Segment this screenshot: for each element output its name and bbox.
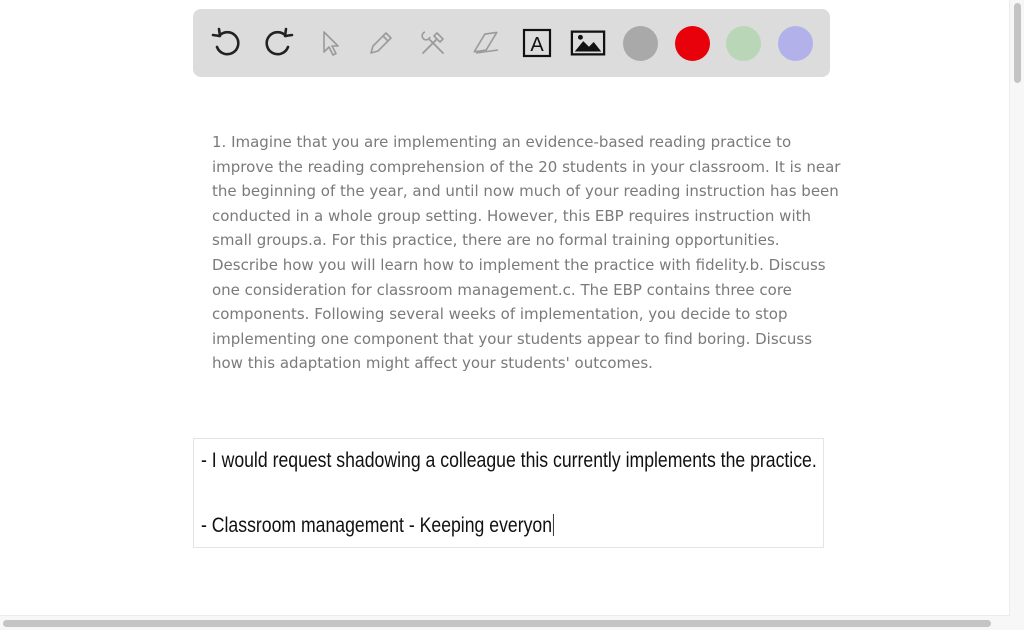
pointer-icon bbox=[323, 31, 339, 56]
eraser-icon bbox=[473, 31, 499, 54]
text-caret bbox=[552, 514, 555, 536]
question-line: improve the reading comprehension of the… bbox=[212, 157, 841, 176]
question-line: 1. Imagine that you are implementing an … bbox=[212, 133, 792, 151]
redo-button[interactable] bbox=[260, 25, 296, 61]
color-swatch-purple[interactable] bbox=[778, 26, 813, 61]
svg-text:A: A bbox=[530, 34, 544, 56]
question-line: one consideration for classroom manageme… bbox=[212, 280, 792, 299]
color-swatch-red[interactable] bbox=[675, 26, 710, 61]
undo-icon bbox=[211, 27, 240, 56]
answer-text-box[interactable]: - I would request shadowing a colleague … bbox=[193, 438, 824, 548]
tools-button[interactable] bbox=[415, 25, 451, 61]
question-line: components. Following several weeks of i… bbox=[212, 305, 788, 324]
question-line: implementing one component that your stu… bbox=[212, 329, 813, 348]
question-line: Describe how you will learn how to imple… bbox=[212, 255, 826, 274]
answer-line-2: - Classroom management - Keeping everyon bbox=[201, 510, 723, 542]
horizontal-scrollbar-thumb[interactable] bbox=[3, 620, 991, 627]
answer-blank-line bbox=[201, 477, 823, 510]
image-icon bbox=[570, 30, 606, 56]
answer-line-1: - I would request shadowing a colleague … bbox=[201, 449, 817, 472]
answer-line-2-text: - Classroom management - Keeping everyon bbox=[201, 514, 553, 537]
drawing-toolbar: A bbox=[193, 9, 830, 77]
vertical-scrollbar-thumb[interactable] bbox=[1014, 3, 1021, 83]
question-line: conducted in a whole group setting. Howe… bbox=[212, 206, 812, 225]
question-text: 1. Imagine that you are implementing an … bbox=[212, 130, 842, 376]
color-swatch-gray[interactable] bbox=[623, 26, 658, 61]
question-line: small groups.a. For this practice, there… bbox=[212, 231, 780, 250]
image-tool-button[interactable] bbox=[570, 25, 606, 61]
undo-button[interactable] bbox=[209, 25, 245, 61]
tools-icon bbox=[421, 31, 444, 54]
vertical-scrollbar[interactable] bbox=[1009, 0, 1024, 630]
question-line: how this adaptation might affect your st… bbox=[212, 354, 653, 373]
text-tool-button[interactable]: A bbox=[519, 25, 555, 61]
select-tool-button[interactable] bbox=[312, 25, 348, 61]
page: A 1. Imagine that you are implementing a… bbox=[0, 0, 1024, 630]
pencil-tool-button[interactable] bbox=[363, 25, 399, 61]
color-swatch-green[interactable] bbox=[726, 26, 761, 61]
question-line: the beginning of the year, and until now… bbox=[212, 182, 839, 201]
horizontal-scrollbar[interactable] bbox=[0, 615, 1010, 630]
eraser-tool-button[interactable] bbox=[468, 25, 504, 61]
redo-icon bbox=[265, 27, 294, 56]
text-icon: A bbox=[522, 28, 552, 58]
pencil-icon bbox=[370, 32, 392, 54]
